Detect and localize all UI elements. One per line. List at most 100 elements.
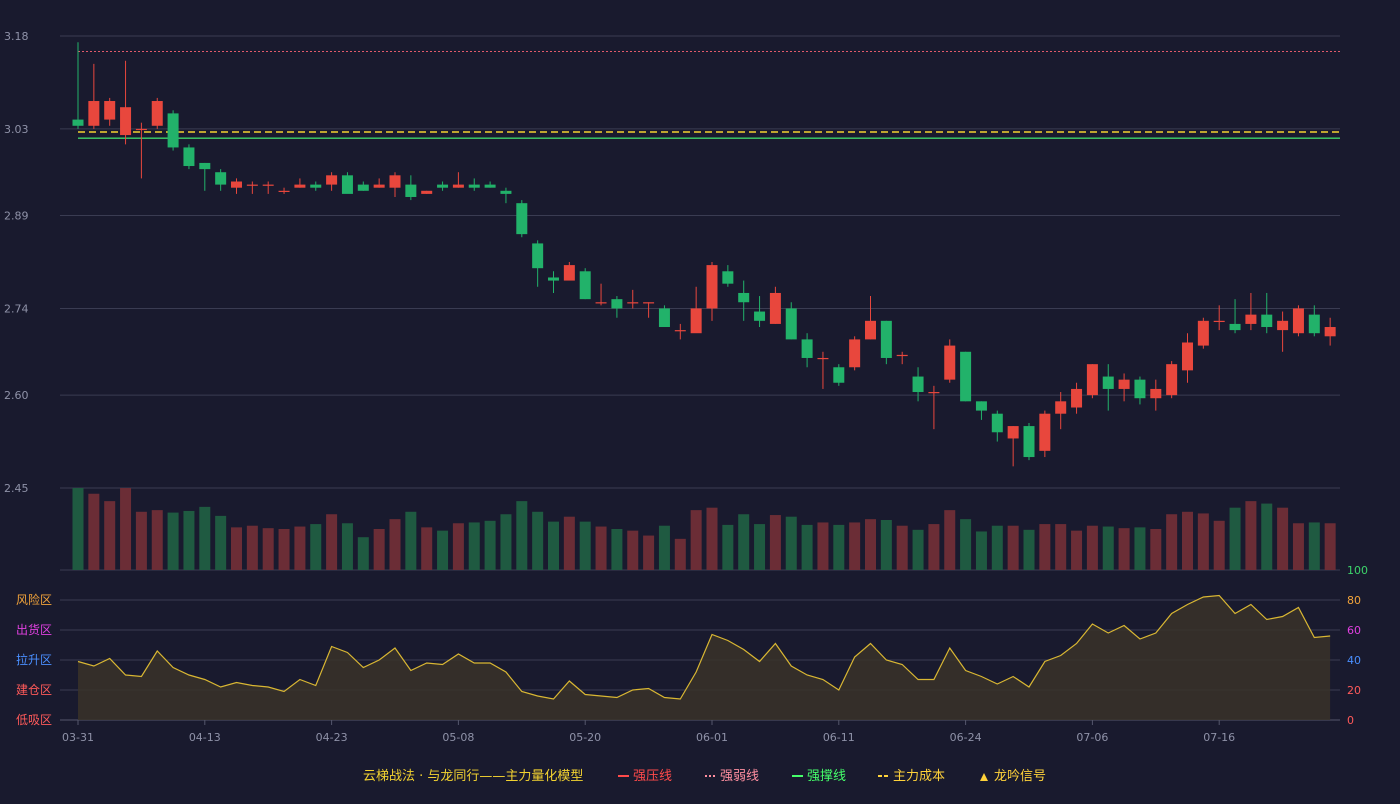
volume-bar xyxy=(484,520,496,570)
candle-body xyxy=(199,162,211,170)
candle-body xyxy=(167,113,179,148)
candle-body xyxy=(1023,426,1035,458)
volume-bar xyxy=(643,535,655,570)
stock-chart: 3.18 3.03 2.89 2.74 2.60 2.45 100 80 60 40 20 0 风险区出… xyxy=(0,0,1400,800)
volume-bar xyxy=(658,525,670,570)
volume-bar xyxy=(72,488,84,570)
candle-body xyxy=(104,101,116,120)
volume-bar xyxy=(944,510,956,570)
volume-bar xyxy=(389,519,401,570)
volume-bar xyxy=(912,529,924,570)
volume-bar xyxy=(246,525,258,570)
candle-body xyxy=(1071,388,1083,408)
reference-lines xyxy=(78,50,1340,139)
x-tick-label: 05-20 xyxy=(569,731,601,744)
x-tick-label: 07-16 xyxy=(1203,731,1235,744)
volume-bar xyxy=(1007,525,1019,570)
volume-bar xyxy=(627,530,639,570)
candle-body xyxy=(643,302,655,304)
volume-bar xyxy=(1197,513,1209,570)
volume-bar xyxy=(421,527,433,570)
x-tick-label: 06-11 xyxy=(823,731,855,744)
volume-bar xyxy=(896,525,908,570)
candle-body xyxy=(1118,379,1130,389)
volume-bar xyxy=(991,525,1003,570)
price-tick-label: 2.60 xyxy=(4,389,29,402)
candle-body xyxy=(1007,426,1019,439)
candle-body xyxy=(151,101,163,126)
candle-body xyxy=(310,184,322,188)
osc-tick-label: 60 xyxy=(1347,624,1361,637)
volume-bar xyxy=(1229,507,1241,570)
volume-bar xyxy=(183,510,195,570)
price-tick-label: 2.89 xyxy=(4,210,29,223)
volume-bar xyxy=(1182,511,1193,570)
osc-area xyxy=(78,595,1331,720)
candle-body xyxy=(262,184,274,186)
volume-bar xyxy=(1118,528,1130,570)
chart-canvas: 3.18 3.03 2.89 2.74 2.60 2.45 100 80 60 40 20 0 风险区出… xyxy=(4,30,1368,784)
candle-body xyxy=(896,354,908,357)
candle-body xyxy=(1150,388,1162,399)
volume-bar xyxy=(595,526,607,570)
volume-bar xyxy=(1213,520,1225,570)
candle-body xyxy=(1245,314,1257,324)
volume-bar xyxy=(817,522,829,570)
candle-body xyxy=(135,128,147,131)
candle-body xyxy=(215,172,227,185)
volume-bar xyxy=(405,511,417,570)
candle-body xyxy=(595,302,607,304)
volume-bar xyxy=(611,529,623,570)
candle-body xyxy=(1229,323,1241,331)
candle-body xyxy=(373,184,385,188)
volume-bar xyxy=(1324,523,1336,570)
candle-body xyxy=(1102,376,1114,389)
osc-tick-label: 80 xyxy=(1347,594,1361,607)
x-tick-label: 04-23 xyxy=(316,731,348,744)
volume-bar xyxy=(151,510,163,570)
legend-title: 云梯战法 · 与龙同行——主力量化模型 xyxy=(363,769,583,784)
candle-body xyxy=(532,243,544,269)
volume-bar xyxy=(326,514,338,570)
volume-bar xyxy=(801,524,813,570)
volume-bar xyxy=(468,522,480,570)
candle-body xyxy=(1277,320,1289,331)
volume-bar xyxy=(975,531,987,570)
legend: 云梯战法 · 与龙同行——主力量化模型 强压线 强弱线 强撑线 主力成本 龙吟信号 xyxy=(363,768,1046,784)
volume-bar xyxy=(1292,523,1304,570)
volume-bar xyxy=(278,529,290,570)
candle-body xyxy=(1261,314,1273,328)
candles xyxy=(72,42,1336,467)
osc-zone-label: 低吸区 xyxy=(16,713,52,727)
candle-body xyxy=(833,367,845,383)
candle-body xyxy=(706,265,718,309)
volume-bar xyxy=(960,519,972,570)
volume-bar xyxy=(167,512,179,570)
candle-body xyxy=(579,271,591,300)
candle-body xyxy=(183,147,195,167)
volume-bar xyxy=(1166,514,1178,570)
candle-body xyxy=(516,203,528,235)
price-tick-label: 2.74 xyxy=(4,302,29,315)
candle-body xyxy=(975,401,987,411)
candle-body xyxy=(769,292,781,324)
volume-bar xyxy=(849,522,861,570)
x-tick-label: 05-08 xyxy=(442,731,474,744)
price-tick-label: 2.45 xyxy=(4,482,29,495)
osc-zone-label: 拉升区 xyxy=(16,652,52,667)
volume-bar xyxy=(310,524,322,570)
x-tick-label: 04-13 xyxy=(189,731,221,744)
volume-bar xyxy=(579,521,591,570)
candle-body xyxy=(246,184,258,186)
candle-body xyxy=(738,292,750,303)
candle-body xyxy=(690,308,702,334)
volume-bar xyxy=(452,523,464,570)
candle-body xyxy=(817,357,829,360)
x-tick-label: 03-31 xyxy=(62,731,94,744)
candle-body xyxy=(389,175,401,188)
candle-body xyxy=(120,107,132,136)
osc-zone-label: 出货区 xyxy=(16,622,52,637)
candle-body xyxy=(88,101,100,126)
candle-body xyxy=(72,119,84,126)
volume-bar xyxy=(1071,530,1083,570)
